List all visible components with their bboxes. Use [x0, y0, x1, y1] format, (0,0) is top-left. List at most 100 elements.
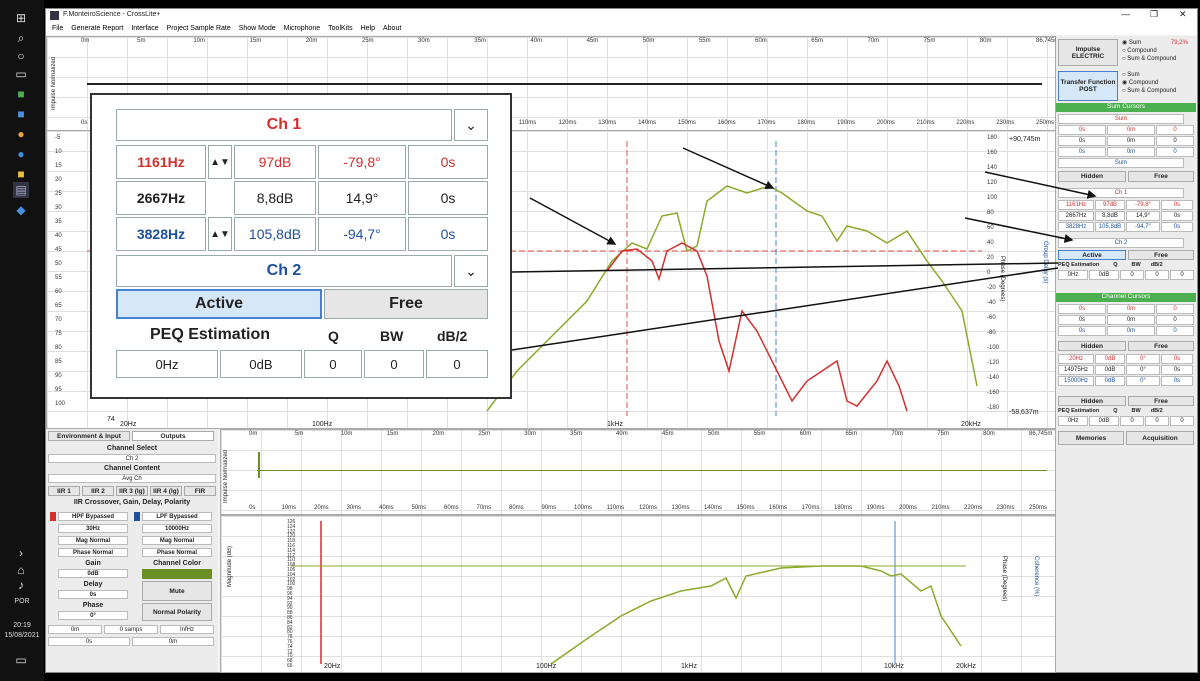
zoom-phase[interactable]: -79,8°: [318, 145, 406, 179]
readout-cell[interactable]: 0Hz: [1058, 270, 1088, 280]
stepper-arrows-icon[interactable]: ▲▼: [208, 217, 232, 251]
zoom-free-button[interactable]: Free: [324, 289, 488, 319]
channel-select-dropdown[interactable]: Ch 2: [48, 454, 216, 463]
readout-cell[interactable]: 0: [1156, 315, 1194, 325]
close-icon[interactable]: ✕: [1179, 9, 1187, 20]
readout-cell[interactable]: 0dB: [1089, 270, 1119, 280]
readout-cell[interactable]: 0s: [1161, 222, 1193, 232]
readout-cell[interactable]: 0m: [1107, 304, 1155, 314]
menu-show-mode[interactable]: Show Mode: [239, 23, 276, 35]
channel-color-swatch[interactable]: [142, 569, 212, 579]
zoom-peq-gain[interactable]: 0dB: [220, 350, 302, 378]
readout-cell[interactable]: 0s: [1161, 354, 1193, 364]
iir-tab[interactable]: IIR 3 (lg): [116, 486, 148, 496]
readout-cell[interactable]: 0: [1145, 416, 1169, 426]
readout-cell[interactable]: 0s: [1058, 304, 1106, 314]
maximize-icon[interactable]: ❐: [1150, 9, 1158, 20]
readout-cell[interactable]: 0: [1170, 416, 1194, 426]
readout-cell[interactable]: 0s: [1058, 326, 1106, 336]
crosslite-app-icon[interactable]: ▤: [13, 182, 29, 198]
chevron-down-icon[interactable]: ⌄: [454, 255, 488, 287]
readout-cell[interactable]: 0: [1156, 136, 1194, 146]
readout-cell[interactable]: 8,8dB: [1095, 211, 1125, 221]
readout-cell[interactable]: 0: [1156, 147, 1194, 157]
task-view-icon[interactable]: ▭: [13, 66, 29, 82]
iir-tab[interactable]: IIR 2: [82, 486, 114, 496]
readout-cell[interactable]: 0s: [1161, 200, 1193, 210]
readout-cell[interactable]: 0m: [1107, 326, 1155, 336]
readout-cell[interactable]: 14,9°: [1126, 211, 1160, 221]
phase-stepper[interactable]: 0°: [58, 611, 128, 620]
zoom-ch1-title[interactable]: Ch 1: [116, 109, 452, 141]
readout-cell[interactable]: 0m: [1107, 136, 1155, 146]
menu-generate-report[interactable]: Generate Report: [71, 23, 123, 35]
readout-cell[interactable]: 0s: [1161, 211, 1193, 221]
free-button[interactable]: Free: [1128, 171, 1194, 182]
readout-cell[interactable]: 0°: [1126, 376, 1160, 386]
readout-cell[interactable]: 0s: [1058, 315, 1106, 325]
zoom-gain[interactable]: 105,8dB: [234, 217, 316, 251]
windows-start-icon[interactable]: ⊞: [13, 10, 29, 26]
readout-cell[interactable]: 0s: [1161, 376, 1193, 386]
readout-cell[interactable]: 20Hz: [1058, 354, 1094, 364]
impulse-electric-button[interactable]: Impulse ELECTRIC: [1058, 39, 1118, 66]
delay-stepper[interactable]: 0s: [58, 590, 128, 599]
hpf-dropdown[interactable]: HPF Bypassed: [58, 512, 128, 521]
sum-select-2[interactable]: Sum: [1058, 158, 1184, 168]
hpf-phase-dropdown[interactable]: Phase Normal: [58, 548, 128, 557]
zoom-phase[interactable]: -94,7°: [318, 217, 406, 251]
zoom-gain[interactable]: 97dB: [234, 145, 316, 179]
radio-compound[interactable]: ○ Compound: [1122, 47, 1188, 55]
hidden-button-3[interactable]: Hidden: [1058, 396, 1126, 406]
hpf-frequency-stepper[interactable]: 30Hz: [58, 524, 128, 533]
readout-cell[interactable]: 0dB: [1095, 365, 1125, 375]
readout-cell[interactable]: 3828Hz: [1058, 222, 1094, 232]
zoom-frequency[interactable]: 3828Hz: [116, 217, 206, 251]
app-icon[interactable]: ■: [13, 106, 29, 122]
mute-button[interactable]: Mute: [142, 581, 212, 601]
readout-cell[interactable]: 0m: [1107, 125, 1155, 135]
app-icon[interactable]: ■: [13, 86, 29, 102]
iir-tab[interactable]: IIR 4 (lg): [150, 486, 182, 496]
readout-cell[interactable]: 14975Hz: [1058, 365, 1094, 375]
readout-cell[interactable]: -94,7°: [1126, 222, 1160, 232]
chrome-icon[interactable]: ●: [13, 126, 29, 142]
radio-sum-2[interactable]: ○ Sum: [1122, 71, 1176, 79]
readout-cell[interactable]: 1161Hz: [1058, 200, 1094, 210]
zoom-gain[interactable]: 8,8dB: [234, 181, 316, 215]
hidden-button-2[interactable]: Hidden: [1058, 341, 1126, 351]
menu-toolkits[interactable]: ToolKits: [328, 23, 353, 35]
hpf-mag-dropdown[interactable]: Mag Normal: [58, 536, 128, 545]
readout-cell[interactable]: 0s: [1161, 365, 1193, 375]
memories-button[interactable]: Memories: [1058, 431, 1124, 445]
menu-file[interactable]: File: [52, 23, 63, 35]
zoom-delay[interactable]: 0s: [408, 217, 488, 251]
channel-content-dropdown[interactable]: Avg Ch: [48, 474, 216, 483]
minimize-icon[interactable]: —: [1121, 9, 1130, 19]
lpf-mag-dropdown[interactable]: Mag Normal: [142, 536, 212, 545]
iir-tab[interactable]: IIR 1: [48, 486, 80, 496]
clock-date[interactable]: 15/08/2021: [0, 632, 44, 639]
free-button-2[interactable]: Free: [1128, 250, 1194, 260]
readout-cell[interactable]: 0dB: [1095, 354, 1125, 364]
ch2-select[interactable]: Ch 2: [1058, 238, 1184, 248]
free-button-4[interactable]: Free: [1128, 396, 1194, 406]
zoom-peq-db2[interactable]: 0: [426, 350, 488, 378]
search-icon[interactable]: ⌕: [13, 30, 29, 46]
app-icon[interactable]: ◆: [13, 202, 29, 218]
readout-cell[interactable]: 105,8dB: [1095, 222, 1125, 232]
readout-cell[interactable]: 0: [1120, 270, 1144, 280]
zoom-ch2-title[interactable]: Ch 2: [116, 255, 452, 287]
polarity-button[interactable]: Normal Polarity: [142, 603, 212, 621]
zoom-frequency[interactable]: 1161Hz: [116, 145, 206, 179]
readout-cell[interactable]: 0m: [1107, 147, 1155, 157]
zoom-active-button[interactable]: Active: [116, 289, 322, 319]
volume-icon[interactable]: ♪: [13, 577, 29, 593]
cortana-icon[interactable]: ○: [13, 48, 29, 64]
chevron-up-icon[interactable]: ›: [13, 545, 29, 561]
readout-cell[interactable]: 0m: [1107, 315, 1155, 325]
active-button[interactable]: Active: [1058, 250, 1126, 260]
readout-cell[interactable]: -79,8°: [1126, 200, 1160, 210]
gain-stepper[interactable]: 0dB: [58, 569, 128, 578]
readout-cell[interactable]: 0°: [1126, 365, 1160, 375]
